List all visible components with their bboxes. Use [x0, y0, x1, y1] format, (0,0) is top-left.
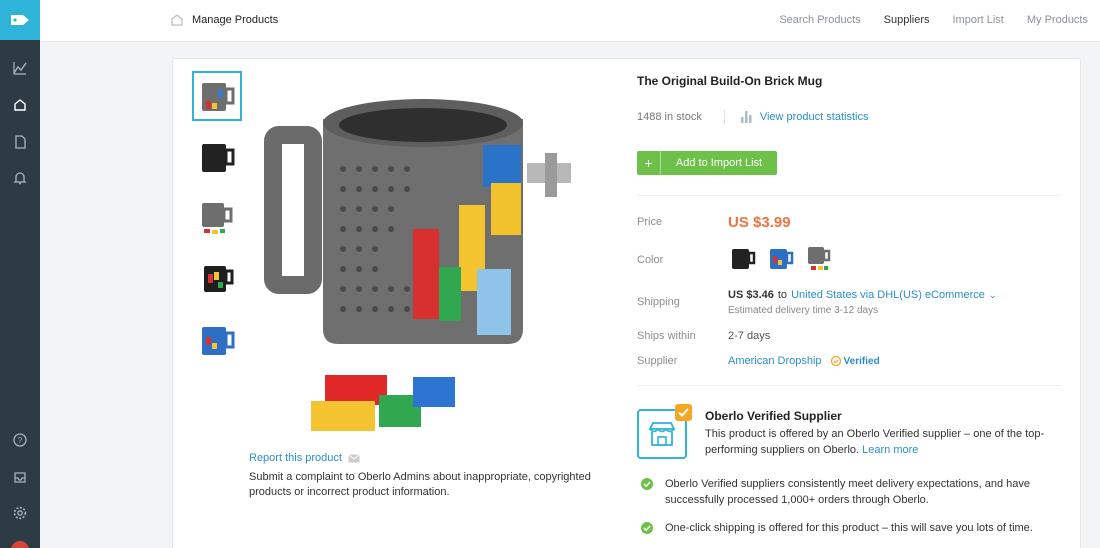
add-to-import-list-button[interactable]: + Add to Import List	[637, 151, 777, 175]
verified-label: Verified	[843, 355, 880, 367]
thumbnail[interactable]	[192, 254, 242, 304]
color-swatches	[728, 243, 834, 273]
verified-badge-icon	[675, 404, 692, 421]
supplier-info: American Dropship Verified	[728, 355, 880, 367]
divider	[637, 385, 1061, 386]
divider	[637, 195, 1061, 196]
verified-badge: Verified	[830, 355, 880, 367]
shipping-cost: US $3.46	[728, 289, 774, 301]
shipping-label: Shipping	[637, 296, 680, 308]
bullet-text: One-click shipping is offered for this p…	[665, 522, 1033, 534]
svg-text:?: ?	[18, 436, 23, 445]
ships-within-value: 2-7 days	[728, 330, 771, 342]
thumbnail[interactable]	[192, 193, 242, 243]
top-bar: Manage Products Search Products Supplier…	[40, 0, 1100, 42]
thumbnail[interactable]	[192, 71, 242, 121]
help-icon[interactable]: ?	[0, 428, 40, 452]
learn-more-link[interactable]: Learn more	[862, 444, 918, 456]
nav-my-products[interactable]: My Products	[1027, 14, 1088, 26]
color-swatch-black[interactable]	[728, 243, 758, 273]
view-statistics-link[interactable]: View product statistics	[740, 111, 869, 123]
color-swatch-blue[interactable]	[766, 243, 796, 273]
notifications-icon[interactable]	[0, 166, 40, 190]
avatar[interactable]	[11, 541, 29, 548]
settings-icon[interactable]	[0, 501, 40, 525]
bullet-text: Oberlo Verified suppliers consistently m…	[665, 478, 1031, 506]
add-button-label: Add to Import List	[675, 157, 763, 169]
top-nav: Search Products Suppliers Import List My…	[779, 14, 1100, 26]
thumbnail[interactable]	[192, 132, 242, 182]
store-icon	[171, 14, 183, 26]
nav-import-list[interactable]: Import List	[953, 14, 1004, 26]
report-link-label: Report this product	[249, 452, 342, 464]
shipping-to: to	[777, 289, 788, 301]
ships-within-label: Ships within	[637, 330, 696, 342]
bar-chart-icon	[740, 111, 752, 123]
report-product-link[interactable]: Report this product	[249, 452, 360, 464]
nav-suppliers[interactable]: Suppliers	[884, 14, 930, 26]
verified-check-icon	[830, 356, 841, 366]
chevron-down-icon[interactable]: ⌄	[989, 290, 997, 301]
shipping-info: US $3.46 to United States via DHL(US) eC…	[728, 289, 996, 301]
supplier-name-link[interactable]: American Dropship	[728, 355, 822, 367]
inbox-icon[interactable]	[0, 465, 40, 489]
sidebar: ?	[0, 0, 40, 548]
stock-count: 1488 in stock	[637, 111, 702, 123]
thumbnail[interactable]	[192, 315, 242, 365]
report-description: Submit a complaint to Oberlo Admins abou…	[249, 471, 591, 498]
oberlo-logo[interactable]	[0, 0, 40, 40]
breadcrumb-label: Manage Products	[192, 14, 279, 26]
check-circle-icon	[641, 478, 653, 490]
orders-icon[interactable]	[0, 130, 40, 154]
breadcrumb[interactable]: Manage Products	[170, 13, 278, 27]
shipping-method-select[interactable]: United States via DHL(US) eCommerce	[791, 289, 985, 301]
price-label: Price	[637, 216, 663, 228]
nav-search-products[interactable]: Search Products	[779, 14, 860, 26]
delivery-estimate: Estimated delivery time 3-12 days	[728, 305, 879, 316]
verified-supplier-description: This product is offered by an Oberlo Ver…	[705, 426, 1055, 458]
color-label: Color	[637, 254, 664, 266]
supplier-label: Supplier	[637, 355, 678, 367]
mail-icon	[348, 453, 360, 462]
product-card: Report this product Submit a complaint t…	[172, 58, 1081, 548]
thumbnail-list	[192, 71, 244, 376]
analytics-icon[interactable]	[0, 56, 40, 80]
verified-supplier-title: Oberlo Verified Supplier	[705, 409, 842, 423]
stock-row: 1488 in stock View product statistics	[637, 110, 868, 124]
store-icon[interactable]	[0, 93, 40, 117]
divider	[723, 110, 725, 124]
stats-link-label: View product statistics	[759, 111, 869, 123]
plus-icon: +	[637, 151, 661, 175]
list-item: One-click shipping is offered for this p…	[639, 520, 1039, 536]
product-title: The Original Build-On Brick Mug	[637, 74, 823, 88]
price-value: US $3.99	[728, 214, 791, 231]
color-swatch-gray[interactable]	[804, 243, 834, 273]
tag-icon	[11, 15, 29, 25]
product-main-image	[263, 79, 603, 459]
list-item: Oberlo Verified suppliers consistently m…	[639, 476, 1039, 508]
check-circle-icon	[641, 522, 653, 534]
